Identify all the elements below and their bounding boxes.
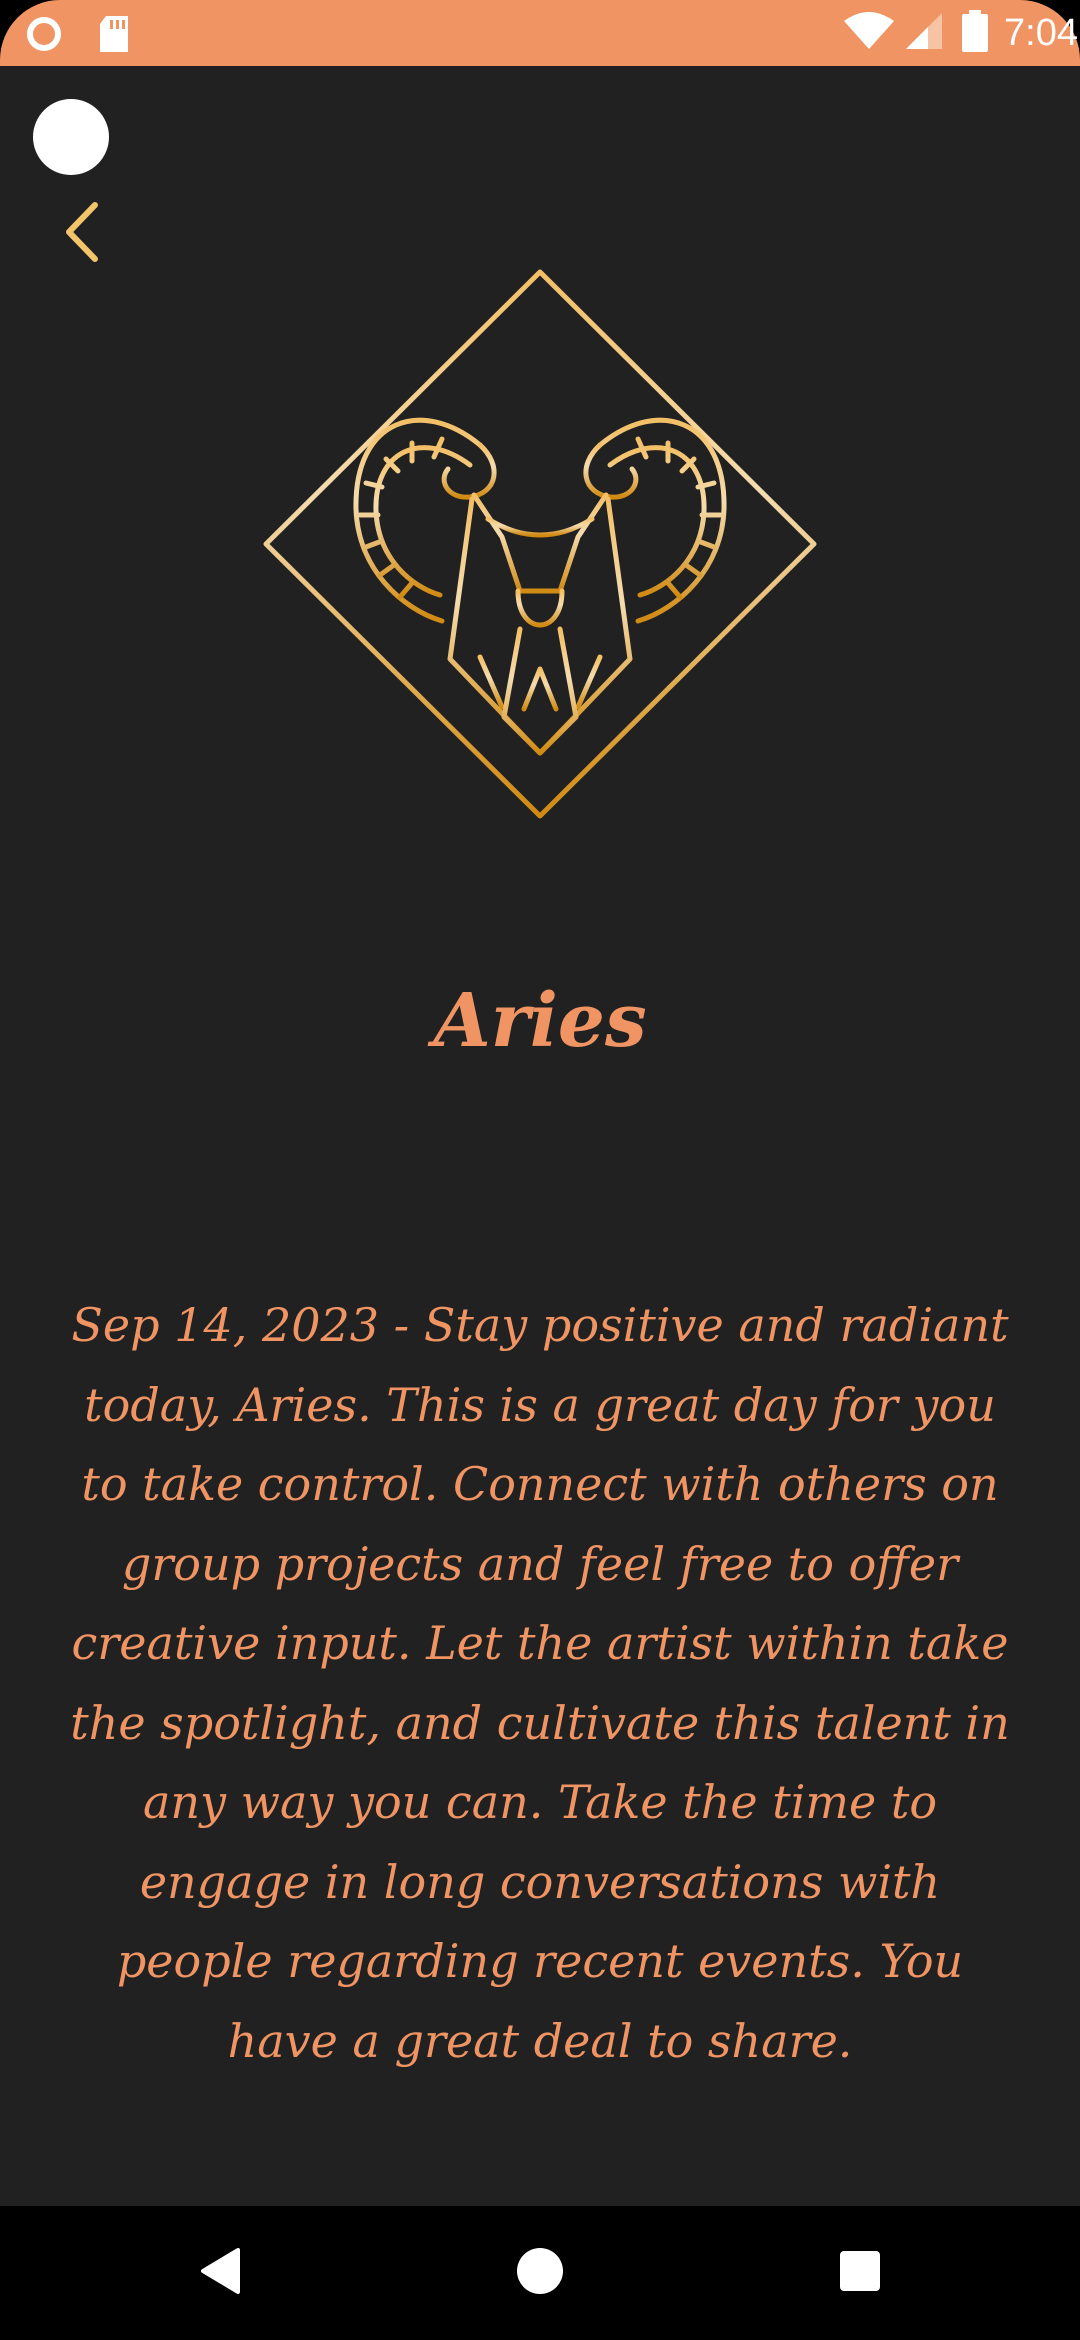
horoscope-screen: Aries Sep 14, 2023 - Stay positive and r… [0, 66, 1080, 2206]
nav-recents-button[interactable] [780, 2206, 940, 2340]
cellular-signal-icon [904, 11, 944, 55]
status-time: 7:04 [1004, 11, 1078, 54]
notification-icon [24, 14, 68, 58]
home-circle-icon [516, 2247, 564, 2299]
status-bar: 7:04 [0, 0, 1080, 66]
sd-card-icon [96, 14, 132, 58]
aries-ram-icon [262, 269, 818, 825]
horoscope-text: Sep 14, 2023 - Stay positive and radiant… [70, 1298, 1010, 2068]
back-triangle-icon [198, 2247, 242, 2299]
wifi-icon [842, 11, 896, 55]
chevron-left-icon [63, 201, 103, 267]
nav-back-button[interactable] [140, 2206, 300, 2340]
floating-overlay-button[interactable] [33, 99, 109, 175]
sign-title: Aries [433, 978, 647, 1064]
recents-square-icon [838, 2249, 882, 2297]
back-button[interactable] [50, 194, 116, 274]
battery-icon [960, 9, 990, 57]
nav-home-button[interactable] [460, 2206, 620, 2340]
navigation-bar [0, 2206, 1080, 2340]
